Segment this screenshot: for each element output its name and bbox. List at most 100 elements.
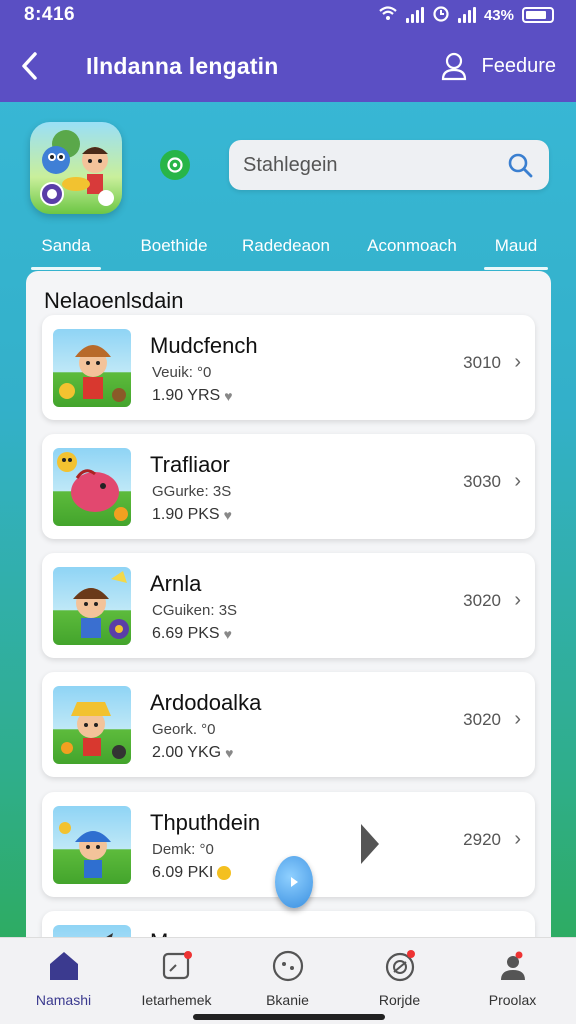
tab-label: Radedeaon xyxy=(242,236,330,255)
floating-action-button[interactable] xyxy=(275,856,313,908)
list-title: Nelaoenlsdain xyxy=(44,288,184,313)
chevron-right-icon: › xyxy=(514,828,521,850)
tab-sanda[interactable]: Sanda xyxy=(31,222,101,270)
item-thumbnail xyxy=(53,686,131,764)
list-item[interactable]: Mudcfench Veuik: °0 1.90 YRS ♥ 3010 › xyxy=(42,315,535,420)
target-icon xyxy=(342,946,457,986)
chat-icon xyxy=(230,946,345,986)
tab-label: Sanda xyxy=(41,236,91,255)
item-thumbnail xyxy=(53,448,131,526)
item-subtitle: GGurke: 3S xyxy=(152,483,232,500)
tab-aconmoach[interactable]: Aconmoach xyxy=(360,222,464,270)
search-icon[interactable] xyxy=(507,152,533,178)
item-thumbnail xyxy=(53,567,131,645)
item-subtitle: Demk: °0 xyxy=(152,841,214,858)
item-meta: 1.90 PKS ♥ xyxy=(152,506,232,524)
feature-label: Feedure xyxy=(481,54,557,77)
tab-radedeaon[interactable]: Radedeaon xyxy=(236,222,336,270)
heart-icon: ♥ xyxy=(223,507,232,523)
list-item[interactable]: Arnla CGuiken: 3S 6.69 PKS ♥ 3020 › xyxy=(42,553,535,658)
nav-label: Ietarhemek xyxy=(141,992,212,1008)
item-title: Trafliaor xyxy=(150,452,230,477)
chevron-right-icon: › xyxy=(514,470,521,492)
item-meta-text: 6.69 PKS xyxy=(152,625,220,642)
item-meta: 6.69 PKS ♥ xyxy=(152,625,232,643)
item-count: 3010 xyxy=(463,353,501,372)
nav-label: Namashi xyxy=(35,992,92,1008)
tab-bar: Sanda Boethide Radedeaon Aconmoach Maud xyxy=(0,222,576,270)
search-placeholder: Stahlegein xyxy=(243,153,338,176)
wifi-icon xyxy=(378,5,398,25)
alarm-icon xyxy=(432,4,450,26)
play-small-icon xyxy=(291,877,298,887)
item-subtitle: Geork. °0 xyxy=(152,721,216,738)
item-meta: 6.09 PKI xyxy=(152,864,232,882)
tab-label: Aconmoach xyxy=(367,236,457,255)
tab-label: Maud xyxy=(494,236,538,255)
item-title: Mudcfench xyxy=(150,333,258,358)
tab-underline xyxy=(31,267,101,270)
back-button[interactable] xyxy=(0,30,60,102)
list-panel: Nelaoenlsdain Mudcfench Veuik: °0 1.90 Y… xyxy=(26,271,551,951)
page-title: Ilndanna lengatin xyxy=(86,52,279,79)
item-count: 2920 xyxy=(463,830,501,849)
heart-icon: ♥ xyxy=(224,388,233,404)
user-icon xyxy=(441,52,466,81)
item-count: 3020 xyxy=(463,591,501,610)
item-title: Thputhdein xyxy=(150,810,261,835)
tab-underline xyxy=(484,267,548,270)
nav-item-notifications[interactable]: Ietarhemek xyxy=(119,946,234,1016)
item-meta-text: 6.09 PKI xyxy=(152,864,214,881)
status-time: 8:416 xyxy=(24,4,76,25)
status-icons: 43% xyxy=(378,4,554,26)
tab-maud[interactable]: Maud xyxy=(484,222,548,270)
item-subtitle: CGuiken: 3S xyxy=(152,602,238,619)
item-title: Ardodoalka xyxy=(150,690,262,715)
heart-icon: ♥ xyxy=(225,745,234,761)
nav-item-chat[interactable]: Bkanie xyxy=(230,946,345,1016)
feature-button[interactable]: Feedure xyxy=(440,51,557,81)
item-title: Arnla xyxy=(150,571,202,596)
signal-icon xyxy=(405,7,424,23)
home-icon xyxy=(6,946,121,986)
list-item[interactable]: Trafliaor GGurke: 3S 1.90 PKS ♥ 3030 › xyxy=(42,434,535,539)
tab-boethide[interactable]: Boethide xyxy=(130,222,218,270)
heart-icon: ♥ xyxy=(223,626,232,642)
item-thumbnail xyxy=(53,806,131,884)
status-bar: 8:416 43% xyxy=(0,0,576,30)
app-bar: Ilndanna lengatin Feedure xyxy=(0,30,576,102)
battery-percent: 43% xyxy=(483,6,514,24)
item-meta-text: 2.00 YKG xyxy=(152,744,222,761)
play-icon[interactable] xyxy=(361,824,379,864)
item-meta-text: 1.90 YRS xyxy=(152,387,221,404)
chevron-right-icon: › xyxy=(514,708,521,730)
battery-icon xyxy=(522,7,554,23)
notification-icon xyxy=(119,946,234,986)
item-meta-text: 1.90 PKS xyxy=(152,506,220,523)
chat-badge-icon[interactable] xyxy=(160,150,190,180)
tab-label: Boethide xyxy=(140,236,208,255)
nav-label: Rorjde xyxy=(378,992,421,1008)
chevron-left-icon xyxy=(22,52,37,80)
item-subtitle: Veuik: °0 xyxy=(152,364,212,381)
search-input[interactable]: Stahlegein xyxy=(229,140,549,190)
profile-icon xyxy=(455,946,570,986)
item-meta: 1.90 YRS ♥ xyxy=(152,387,233,405)
bottom-nav: Namashi Ietarhemek Bkanie Rorjde Proolax xyxy=(0,937,576,1024)
nav-item-home[interactable]: Namashi xyxy=(6,946,121,1016)
nav-label: Proolax xyxy=(488,992,537,1008)
signal-icon-2 xyxy=(457,7,476,23)
nav-item-profile[interactable]: Proolax xyxy=(455,946,570,1016)
nav-label: Bkanie xyxy=(266,992,309,1008)
chevron-right-icon: › xyxy=(514,351,521,373)
coin-icon xyxy=(217,866,232,880)
item-meta: 2.00 YKG ♥ xyxy=(152,744,233,762)
home-indicator xyxy=(193,1014,385,1020)
app-logo xyxy=(30,122,122,214)
nav-item-target[interactable]: Rorjde xyxy=(342,946,457,1016)
item-thumbnail xyxy=(53,329,131,407)
item-count: 3030 xyxy=(463,472,501,491)
list-item[interactable]: Ardodoalka Geork. °0 2.00 YKG ♥ 3020 › xyxy=(42,672,535,777)
item-count: 3020 xyxy=(463,710,501,729)
chevron-right-icon: › xyxy=(514,589,521,611)
